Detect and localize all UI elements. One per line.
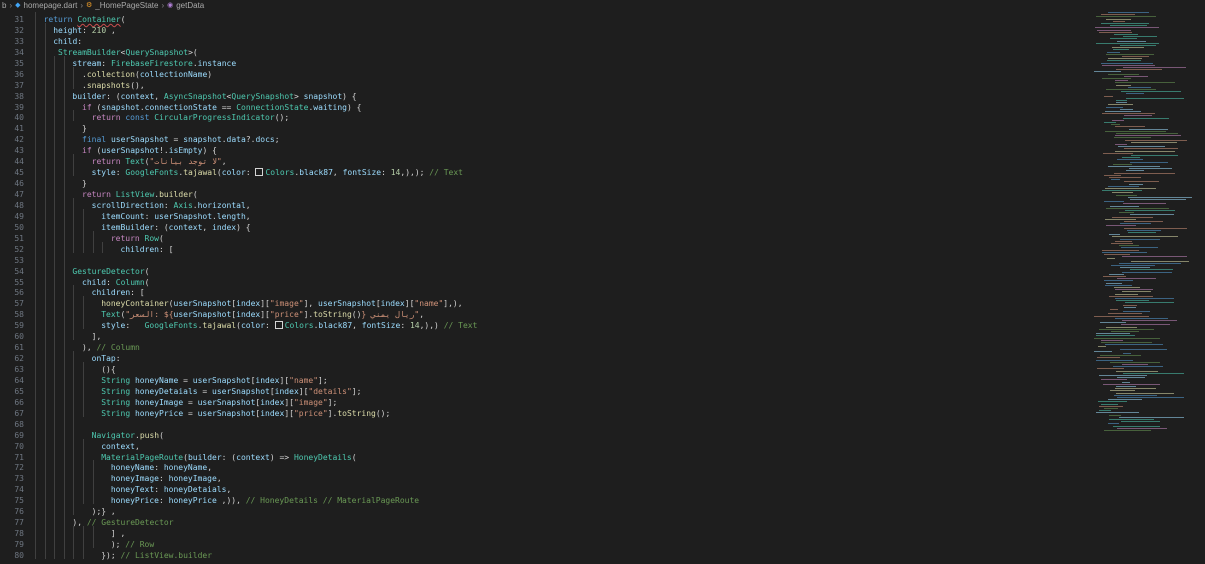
code-line[interactable]: 59 style: GoogleFonts.tajawal(color: Col… — [0, 318, 1085, 330]
color-swatch[interactable] — [274, 321, 283, 330]
color-swatch[interactable] — [255, 168, 264, 177]
code-line[interactable]: 61 ), // Column — [0, 340, 1085, 352]
breadcrumb-class[interactable]: _HomePageState — [95, 0, 158, 12]
code-line[interactable]: 31 return Container( — [0, 12, 1085, 24]
code-line[interactable]: 45 style: GoogleFonts.tajawal(color: Col… — [0, 165, 1085, 177]
line-number: 80 — [14, 550, 24, 560]
code-line[interactable]: 47 return ListView.builder( — [0, 187, 1085, 199]
code-line[interactable]: 54 GestureDetector( — [0, 263, 1085, 276]
chevron-right-icon: › — [161, 1, 165, 10]
code-line[interactable]: 50 itemBuilder: (context, index) { — [0, 219, 1085, 232]
minimap[interactable] — [1090, 12, 1200, 564]
code-line[interactable]: 75 honeyPrice: honeyPrice ,)), // HoneyD… — [0, 493, 1085, 505]
code-line[interactable]: 52 children: [ — [0, 241, 1085, 254]
code-editor[interactable]: 31 return Container(32 height: 210 , 33 chil… — [0, 12, 1085, 564]
code-line[interactable]: 34 StreamBuilder<QuerySnapshot>( — [0, 44, 1085, 57]
code-line[interactable]: 67 String honeyPrice = userSnapshot[inde… — [0, 405, 1085, 418]
code-line[interactable]: 44 return Text("لا توجد بيانات", — [0, 154, 1085, 166]
code-line[interactable]: 33 child: — [0, 33, 1085, 46]
code-line[interactable]: 36 .collection(collectionName) — [0, 66, 1085, 79]
code-line[interactable]: 76 );} , — [0, 504, 1085, 516]
code-line[interactable]: 79 ); // Row — [0, 537, 1085, 549]
code-line[interactable]: 40 return const CircularProgressIndicato… — [0, 110, 1085, 122]
code-line[interactable]: 72 honeyName: honeyName, — [0, 460, 1085, 472]
code-line[interactable]: 39 if (snapshot.connectionState == Conne… — [0, 99, 1085, 112]
code-text: }); // ListView.builder — [34, 547, 213, 560]
code-line[interactable]: 37 .snapshots(), — [0, 77, 1085, 90]
code-line[interactable]: 48 scrollDirection: Axis.horizontal, — [0, 197, 1085, 210]
token: // ListView.builder — [120, 550, 213, 560]
code-line[interactable]: 38 builder: (context, AsyncSnapshot<Query… — [0, 88, 1085, 101]
code-line[interactable]: 60 ], — [0, 329, 1085, 341]
code-line[interactable]: 70 context, — [0, 438, 1085, 451]
code-line[interactable]: 35 stream: FirebaseFirestore.instance — [0, 55, 1085, 68]
code-line[interactable]: 62 onTap: — [0, 351, 1085, 363]
code-line[interactable]: 74 honeyText: honeyDetaials, — [0, 482, 1085, 494]
token: }); — [91, 550, 121, 560]
code-line[interactable]: 56 children: [ — [0, 285, 1085, 297]
code-line[interactable]: 66 String honeyImage = userSnapshot[inde… — [0, 394, 1085, 407]
code-line[interactable]: 65 String honeyDetaials = userSnapshot[i… — [0, 383, 1085, 396]
code-line[interactable]: 53 — [0, 252, 1085, 265]
code-line[interactable]: 49 itemCount: userSnapshot.length, — [0, 208, 1085, 221]
chevron-right-icon: › — [80, 1, 84, 10]
chevron-right-icon: › — [9, 1, 13, 10]
code-line[interactable]: 73 honeyImage: honeyImage, — [0, 471, 1085, 483]
code-line[interactable]: 64 String honeyName = userSnapshot[index… — [0, 372, 1085, 385]
code-line[interactable]: 41 } — [0, 121, 1085, 133]
code-line[interactable]: 80 }); // ListView.builder — [0, 547, 1085, 560]
breadcrumb-method[interactable]: getData — [176, 0, 204, 12]
code-line[interactable]: 43 if (userSnapshot!.isEmpty) { — [0, 143, 1085, 155]
breadcrumb: b › ◆ homepage.dart › ⚙ _HomePageState ›… — [0, 0, 1205, 12]
code-line[interactable]: 69 Navigator.push( — [0, 427, 1085, 440]
breadcrumb-folder[interactable]: b — [2, 0, 6, 12]
code-line[interactable]: 58 Text("السعر: ${userSnapshot[index]["p… — [0, 307, 1085, 319]
dart-file-icon: ◆ — [15, 2, 21, 9]
code-line[interactable]: 55 child: Column( — [0, 274, 1085, 287]
code-line[interactable]: 51 return Row( — [0, 230, 1085, 243]
class-icon: ⚙ — [86, 2, 93, 9]
code-line[interactable]: 68 — [0, 416, 1085, 429]
code-line[interactable]: 63 (){ — [0, 362, 1085, 374]
code-line[interactable]: 57 honeyContainer(userSnapshot[index]["i… — [0, 296, 1085, 308]
code-line[interactable]: 32 height: 210 , — [0, 22, 1085, 35]
code-line[interactable]: 46 } — [0, 176, 1085, 188]
code-line[interactable]: 42 final userSnapshot = snapshot.data?.d… — [0, 132, 1085, 144]
method-icon: ◉ — [167, 2, 174, 9]
code-line[interactable]: 71 MaterialPageRoute(builder: (context) … — [0, 449, 1085, 462]
code-line[interactable]: 78 ] , — [0, 526, 1085, 538]
breadcrumb-file[interactable]: homepage.dart — [24, 0, 78, 12]
code-line[interactable]: 77), // GestureDetector — [0, 515, 1085, 527]
